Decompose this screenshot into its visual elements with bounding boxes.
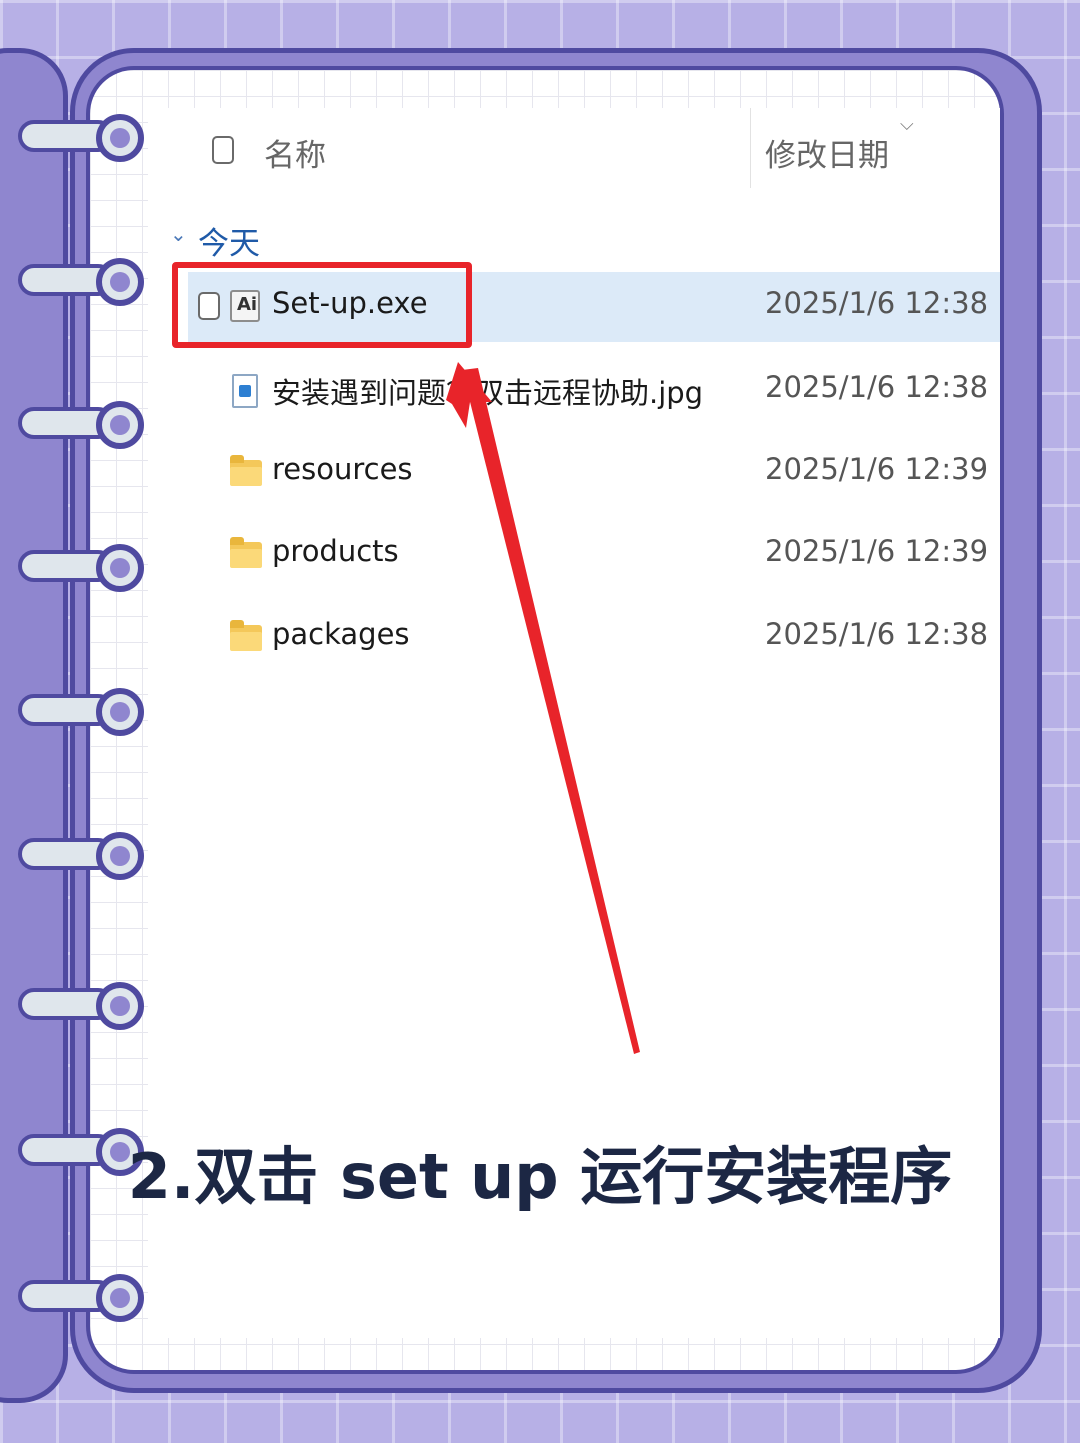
file-date: 2025/1/6 12:39 [765,452,989,486]
column-divider[interactable] [750,108,751,188]
binder-ring-icon [18,544,144,592]
file-date: 2025/1/6 12:38 [765,286,989,320]
file-name[interactable]: products [272,534,399,568]
instruction-caption: 2.双击 set up 运行安装程序 [127,1140,953,1213]
highlight-box [172,262,472,348]
file-date: 2025/1/6 12:39 [765,534,989,568]
chevron-down-icon[interactable]: ⌄ [170,222,187,246]
image-file-icon [230,374,262,408]
binder-ring-icon [18,1274,144,1322]
file-name[interactable]: resources [272,452,413,486]
binder-ring-icon [18,114,144,162]
file-row-packages[interactable]: packages 2025/1/6 12:38 [188,603,1000,673]
binder-ring-icon [18,401,144,449]
select-all-checkbox[interactable] [212,136,234,164]
binder-ring-icon [18,982,144,1030]
binder-ring-icon [18,258,144,306]
file-date: 2025/1/6 12:38 [765,617,989,651]
sort-chevron-down-icon[interactable]: ⌵ [900,114,914,135]
binder-ring-icon [18,832,144,880]
folder-icon [230,455,262,490]
binder-ring-icon [18,688,144,736]
file-row-products[interactable]: products 2025/1/6 12:39 [188,520,1000,590]
file-row-resources[interactable]: resources 2025/1/6 12:39 [188,438,1000,508]
folder-icon [230,620,262,655]
group-label: 今天 [198,226,260,262]
column-name-header[interactable]: 名称 [264,130,326,175]
column-header: 名称 修改日期 ⌵ [148,108,1000,188]
file-row-help-jpg[interactable]: 安装遇到问题？双击远程协助.jpg 2025/1/6 12:38 [188,356,1000,426]
file-name[interactable]: packages [272,617,410,651]
file-name[interactable]: 安装遇到问题？双击远程协助.jpg [272,370,703,412]
folder-icon [230,537,262,572]
file-date: 2025/1/6 12:38 [765,370,989,404]
column-date-header[interactable]: 修改日期 [765,130,889,175]
